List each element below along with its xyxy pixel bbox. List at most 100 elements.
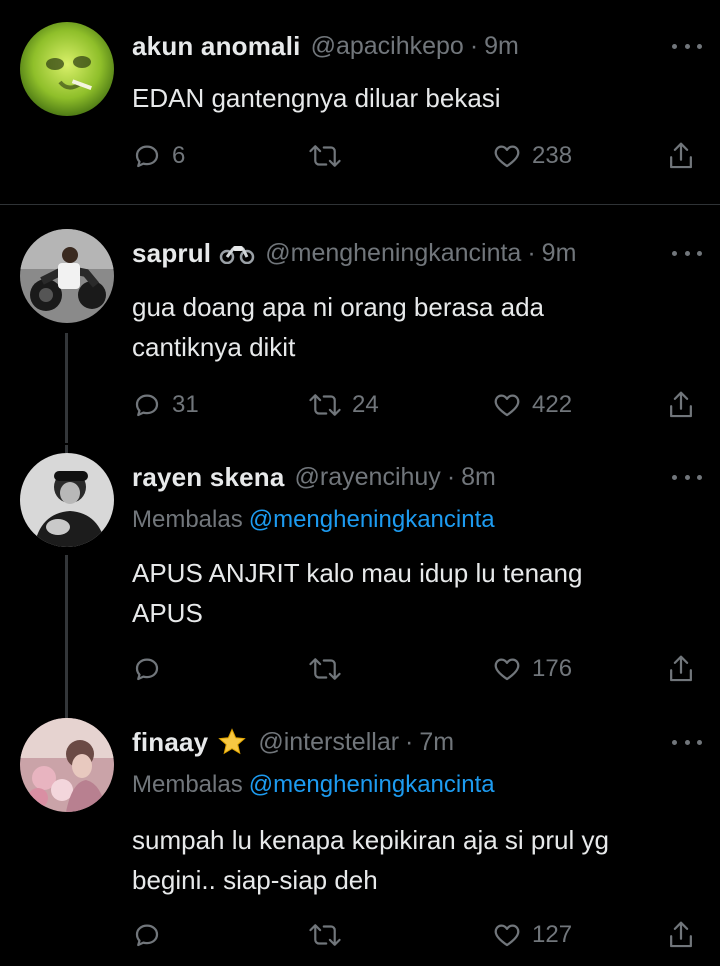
reply-button[interactable] xyxy=(132,915,172,955)
tweet-text-line: cantiknya dikit xyxy=(132,332,296,362)
reply-button[interactable]: 31 xyxy=(132,385,199,425)
reply-button[interactable] xyxy=(132,649,172,689)
tweet-2[interactable]: saprul @mengheningkancinta · 9m gua doan… xyxy=(0,205,720,445)
like-button[interactable]: 127 xyxy=(492,915,572,955)
heart-icon xyxy=(494,658,520,681)
avatar[interactable] xyxy=(20,718,114,812)
like-count: 422 xyxy=(532,391,573,418)
retweet-button[interactable] xyxy=(308,649,352,689)
tweet-text-line: APUS xyxy=(132,598,203,628)
separator-dot: · xyxy=(405,727,414,756)
tweet-header: akun anomali @apacihkepo · 9m xyxy=(132,28,519,64)
like-count: 238 xyxy=(532,142,573,169)
reply-count: 6 xyxy=(172,142,186,169)
user-handle[interactable]: @apacihkepo xyxy=(311,32,464,61)
replying-to-label: Membalas xyxy=(132,506,243,533)
timestamp[interactable]: 9m xyxy=(542,239,577,268)
tweet-text: EDAN gantengnya diluar bekasi xyxy=(132,78,702,118)
share-button[interactable] xyxy=(666,136,696,176)
tweet-text: APUS ANJRIT kalo mau idup lu tenang APUS xyxy=(132,553,702,633)
retweet-button[interactable] xyxy=(308,136,352,176)
replying-to: Membalas @mengheningkancinta xyxy=(132,771,495,799)
tweet-text-line: gua doang apa ni orang berasa ada xyxy=(132,292,545,322)
retweet-icon xyxy=(309,145,341,167)
tweet-actions: 31 24 422 xyxy=(0,385,720,425)
retweet-button[interactable]: 24 xyxy=(308,385,379,425)
share-icon xyxy=(670,391,692,418)
reply-icon xyxy=(135,658,159,681)
tweet-text-line: sumpah lu kenapa kepikiran aja si prul y… xyxy=(132,825,609,855)
timestamp[interactable]: 8m xyxy=(461,463,496,492)
avatar[interactable] xyxy=(20,229,114,323)
separator-dot: · xyxy=(527,238,536,267)
user-handle[interactable]: @rayencihuy xyxy=(295,463,441,492)
user-handle[interactable]: @mengheningkancinta xyxy=(265,239,521,268)
tweet-header: rayen skena @rayencihuy · 8m xyxy=(132,459,496,495)
motorcycle-photo-avatar-icon xyxy=(20,229,114,323)
retweet-button[interactable] xyxy=(308,915,352,955)
avatar[interactable] xyxy=(20,453,114,547)
tweet-1[interactable]: akun anomali @apacihkepo · 9m EDAN gante… xyxy=(0,0,720,200)
share-button[interactable] xyxy=(666,649,696,689)
replying-to-label: Membalas xyxy=(132,771,243,798)
retweet-icon xyxy=(309,658,341,680)
like-count: 176 xyxy=(532,655,573,682)
tweet-header: finaay @interstellar · 7m xyxy=(132,724,454,760)
tweet-actions: 127 xyxy=(0,915,720,955)
bw-photo-avatar-icon xyxy=(20,453,114,547)
like-count: 127 xyxy=(532,921,573,948)
display-name[interactable]: finaay xyxy=(132,727,208,758)
display-name[interactable]: akun anomali xyxy=(132,31,301,62)
retweet-icon xyxy=(309,394,341,416)
more-options-icon[interactable] xyxy=(672,737,702,747)
tweet-3[interactable]: rayen skena @rayencihuy · 8m Membalas @me… xyxy=(0,445,720,710)
share-button[interactable] xyxy=(666,385,696,425)
tweet-actions: 176 xyxy=(0,649,720,689)
timestamp[interactable]: 9m xyxy=(484,32,519,61)
retweet-icon xyxy=(309,924,341,946)
reply-button[interactable]: 6 xyxy=(132,136,185,176)
tweet-4[interactable]: finaay @interstellar · 7m Membalas @mengh… xyxy=(0,710,720,966)
share-button[interactable] xyxy=(666,915,696,955)
heart-icon xyxy=(494,924,520,947)
like-button[interactable]: 238 xyxy=(492,136,572,176)
reply-icon xyxy=(135,394,159,417)
avatar[interactable] xyxy=(20,22,114,116)
reply-icon xyxy=(135,145,159,168)
more-options-icon[interactable] xyxy=(672,41,702,51)
heart-icon xyxy=(494,145,520,168)
like-button[interactable]: 176 xyxy=(492,649,572,689)
reply-count: 31 xyxy=(172,391,199,418)
thread-line xyxy=(65,445,68,453)
display-name[interactable]: saprul xyxy=(132,238,211,269)
replying-to: Membalas @mengheningkancinta xyxy=(132,506,495,534)
share-icon xyxy=(670,655,692,682)
pink-flowers-avatar-icon xyxy=(20,718,114,812)
reply-icon xyxy=(135,924,159,947)
separator-dot: · xyxy=(446,462,456,491)
star-emoji-icon xyxy=(216,727,248,757)
share-icon xyxy=(670,921,692,948)
green-face-avatar-icon xyxy=(20,22,114,116)
tweet-header: saprul @mengheningkancinta · 9m xyxy=(132,235,576,271)
tweet-actions: 6 238 xyxy=(0,136,720,176)
tweet-text-line: APUS ANJRIT kalo mau idup lu tenang xyxy=(132,558,583,588)
user-handle[interactable]: @interstellar xyxy=(258,728,399,757)
retweet-count: 24 xyxy=(352,391,379,418)
more-options-icon[interactable] xyxy=(672,472,702,482)
heart-icon xyxy=(494,394,520,417)
tweet-text-line: begini.. siap-siap deh xyxy=(132,865,378,895)
reply-mention-link[interactable]: @mengheningkancinta xyxy=(249,506,495,533)
more-options-icon[interactable] xyxy=(672,248,702,258)
like-button[interactable]: 422 xyxy=(492,385,572,425)
separator-dot: · xyxy=(469,31,479,60)
tweet-text: sumpah lu kenapa kepikiran aja si prul y… xyxy=(132,820,702,900)
tweet-text: gua doang apa ni orang berasa ada cantik… xyxy=(132,287,702,367)
display-name[interactable]: rayen skena xyxy=(132,462,285,493)
thread-line xyxy=(65,710,68,718)
motorcycle-emoji-icon xyxy=(219,242,255,264)
share-icon xyxy=(670,142,692,169)
tweet-text-line: EDAN gantengnya diluar bekasi xyxy=(132,83,501,113)
reply-mention-link[interactable]: @mengheningkancinta xyxy=(249,771,495,798)
timestamp[interactable]: 7m xyxy=(419,728,454,757)
